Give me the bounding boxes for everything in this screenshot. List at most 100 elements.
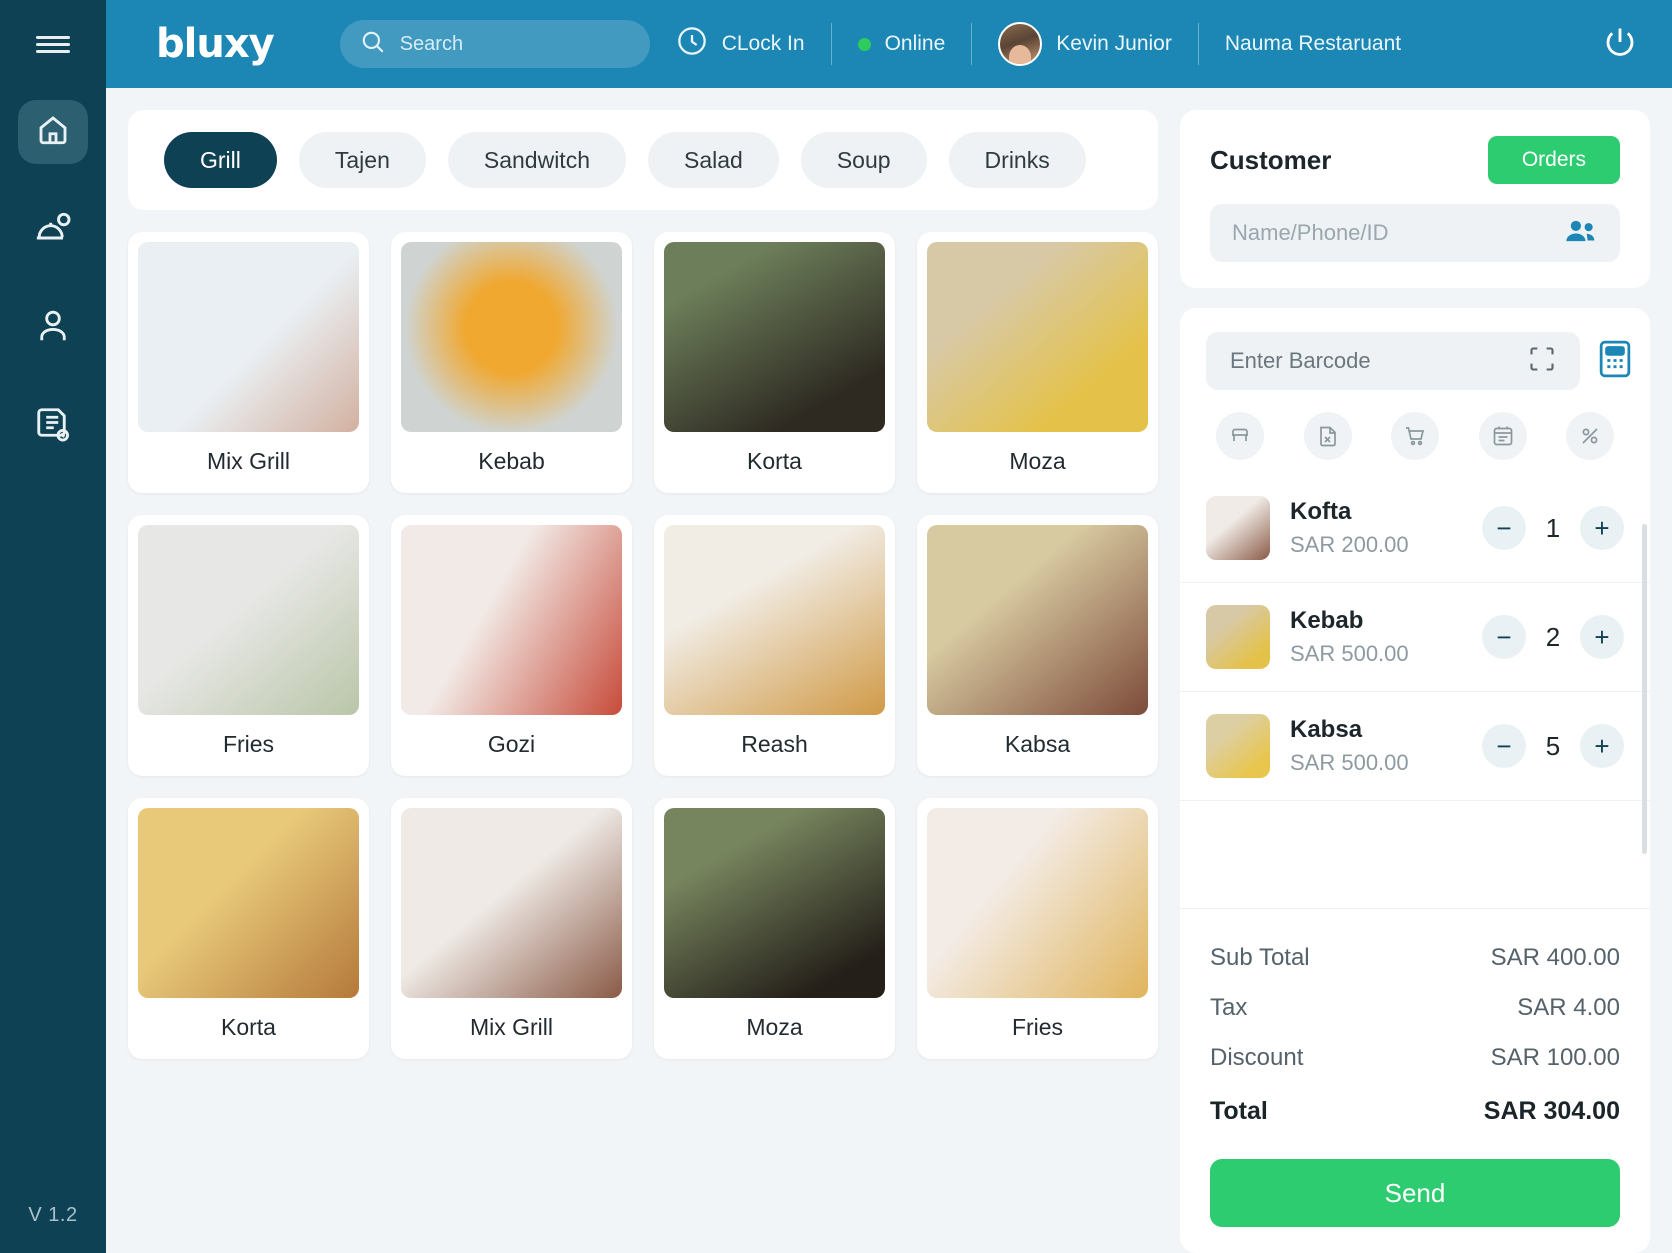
search-icon	[360, 29, 386, 60]
discount-row: Discount SAR 100.00	[1210, 1033, 1620, 1083]
barcode-field[interactable]	[1206, 332, 1580, 390]
version-label: V 1.2	[28, 1204, 78, 1226]
product-card[interactable]: Reash	[654, 515, 895, 776]
category-tab-drinks[interactable]: Drinks	[948, 132, 1086, 188]
calculator-icon[interactable]	[1596, 339, 1634, 384]
quantity-stepper: − 5 +	[1482, 724, 1624, 768]
cart-items-list[interactable]: Kofta SAR 200.00 − 1 + Kebab SAR 500.00 …	[1180, 474, 1650, 908]
tax-row: Tax SAR 4.00	[1210, 983, 1620, 1033]
category-tab-sandwitch[interactable]: Sandwitch	[447, 132, 626, 188]
cart-item[interactable]: Kebab SAR 500.00 − 2 +	[1180, 583, 1650, 692]
increment-button[interactable]: +	[1580, 506, 1624, 550]
cart-item-image	[1206, 714, 1270, 778]
hamburger-menu-button[interactable]	[0, 0, 106, 88]
search-input[interactable]	[399, 32, 630, 56]
category-tab-salad[interactable]: Salad	[648, 132, 779, 188]
product-image	[138, 525, 359, 715]
product-card[interactable]: Kebab	[391, 232, 632, 493]
cart-item-image	[1206, 605, 1270, 669]
category-tab-grill[interactable]: Grill	[164, 132, 277, 188]
product-card[interactable]: Fries	[917, 798, 1158, 1059]
product-card[interactable]: Fries	[128, 515, 369, 776]
product-image	[401, 525, 622, 715]
product-card[interactable]: Kabsa	[917, 515, 1158, 776]
sidebar-item-customer[interactable]	[18, 296, 88, 360]
product-card[interactable]: Moza	[654, 798, 895, 1059]
product-image	[138, 242, 359, 432]
product-image	[927, 242, 1148, 432]
document-clock-icon	[36, 406, 70, 447]
scan-frame-icon[interactable]	[1528, 345, 1556, 378]
content-area: Grill Tajen Sandwitch Salad Soup Drinks …	[106, 88, 1672, 1253]
sidebar-item-home[interactable]	[18, 100, 88, 164]
main-column: bluxy CLock In Online Ke	[106, 0, 1672, 1253]
cart-scrollbar[interactable]	[1642, 524, 1647, 854]
product-card[interactable]: Moza	[917, 232, 1158, 493]
cart-card: Kofta SAR 200.00 − 1 +	[1180, 308, 1650, 1253]
sidebar-item-reports[interactable]	[18, 394, 88, 458]
power-icon[interactable]	[1602, 24, 1638, 65]
total-label: Total	[1210, 1097, 1268, 1125]
product-name: Kabsa	[1004, 731, 1071, 757]
subtotal-value: SAR 400.00	[1490, 944, 1620, 971]
sidebar: V 1.2	[0, 0, 106, 1253]
orders-button[interactable]: Orders	[1487, 136, 1620, 184]
total-row: Total SAR 304.00	[1210, 1083, 1620, 1137]
product-name: Gozi	[487, 731, 536, 757]
send-button[interactable]: Send	[1210, 1159, 1620, 1227]
barcode-input[interactable]	[1230, 348, 1518, 374]
cart-item[interactable]: Kofta SAR 200.00 − 1 +	[1180, 474, 1650, 583]
note-icon[interactable]	[1478, 412, 1527, 460]
catalog-pane: Grill Tajen Sandwitch Salad Soup Drinks …	[128, 110, 1158, 1253]
user-menu[interactable]: Kevin Junior	[972, 22, 1198, 66]
product-name: Moza	[1009, 448, 1066, 474]
cart-icon[interactable]	[1391, 412, 1439, 460]
increment-button[interactable]: +	[1580, 724, 1624, 768]
search-box[interactable]	[339, 20, 650, 68]
category-tab-tajen[interactable]: Tajen	[298, 132, 426, 188]
sidebar-item-menu[interactable]	[18, 198, 88, 262]
product-name: Fries	[1011, 1014, 1064, 1040]
cart-item-qty: 1	[1545, 512, 1561, 543]
product-card[interactable]: Gozi	[391, 515, 632, 776]
product-name: Mix Grill	[206, 448, 291, 474]
decrement-button[interactable]: −	[1482, 615, 1526, 659]
table-icon[interactable]	[1216, 412, 1264, 460]
clock-in-label: CLock In	[721, 32, 805, 55]
hamburger-line	[36, 42, 70, 46]
app-logo: bluxy	[156, 21, 275, 67]
cart-item-image	[1206, 496, 1270, 560]
cart-item-info: Kofta SAR 200.00	[1290, 498, 1462, 558]
product-image	[401, 242, 622, 432]
clock-in-button[interactable]: CLock In	[650, 25, 831, 63]
product-image	[138, 808, 359, 998]
decrement-button[interactable]: −	[1482, 506, 1526, 550]
discount-value: SAR 100.00	[1490, 1044, 1620, 1071]
decrement-button[interactable]: −	[1482, 724, 1526, 768]
customer-search-field[interactable]	[1210, 204, 1620, 262]
cart-item-name: Kabsa	[1290, 716, 1363, 743]
product-card[interactable]: Mix Grill	[391, 798, 632, 1059]
subtotal-label: Sub Total	[1210, 944, 1310, 971]
tax-value: SAR 4.00	[1517, 994, 1620, 1021]
quantity-stepper: − 2 +	[1482, 615, 1624, 659]
category-tab-soup[interactable]: Soup	[800, 132, 927, 188]
cart-item-qty: 5	[1545, 730, 1561, 761]
category-tabs: Grill Tajen Sandwitch Salad Soup Drinks	[128, 110, 1158, 210]
product-name: Kebab	[478, 448, 545, 474]
increment-button[interactable]: +	[1580, 615, 1624, 659]
cart-actions	[1180, 390, 1650, 474]
clock-icon	[676, 25, 708, 63]
hamburger-line	[36, 35, 70, 39]
subtotal-row: Sub Total SAR 400.00	[1210, 933, 1620, 983]
cart-item[interactable]: Kabsa SAR 500.00 − 5 +	[1180, 692, 1650, 801]
discount-icon[interactable]	[1566, 412, 1614, 460]
product-card[interactable]: Korta	[128, 798, 369, 1059]
customers-icon[interactable]	[1564, 217, 1598, 250]
customer-input[interactable]	[1232, 220, 1564, 246]
restaurant-name-group: Nauma Restaruant	[1199, 32, 1427, 56]
product-card[interactable]: Mix Grill	[128, 232, 369, 493]
product-card[interactable]: Korta	[654, 232, 895, 493]
void-order-icon[interactable]	[1303, 412, 1352, 460]
product-image	[401, 808, 622, 998]
